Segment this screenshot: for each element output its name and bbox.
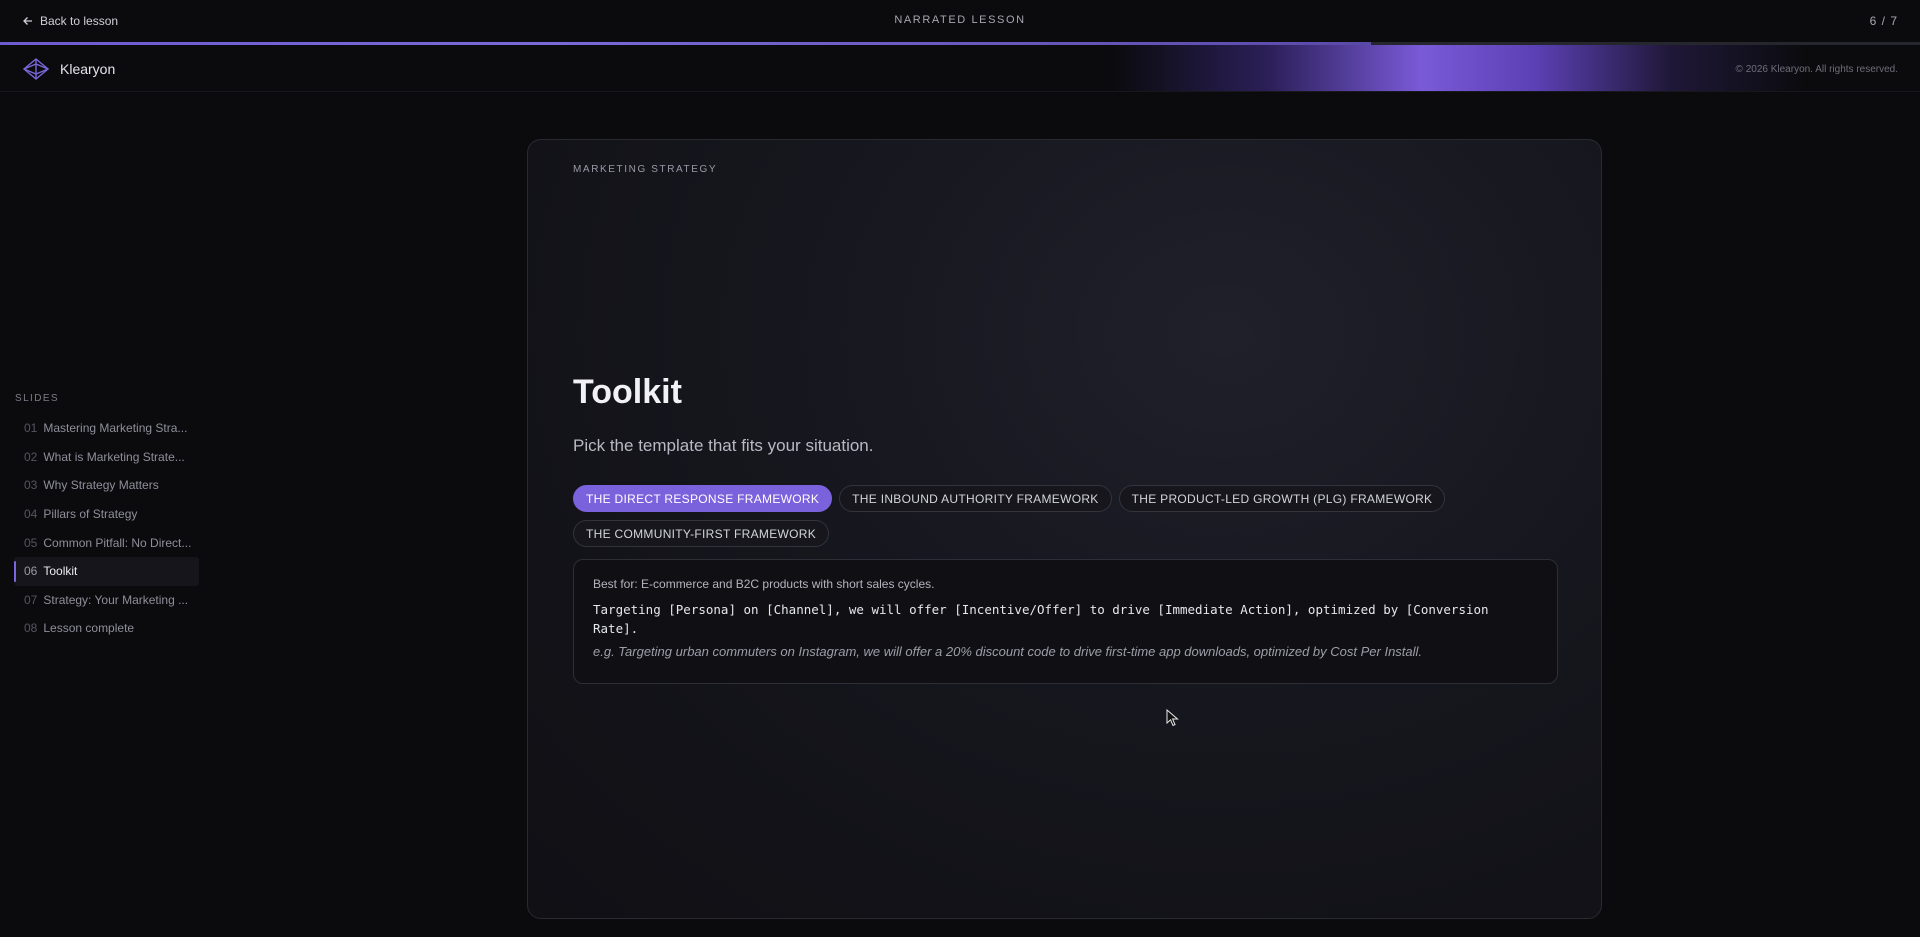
slide-item-07[interactable]: 07 Strategy: Your Marketing ... — [14, 586, 199, 615]
slide-card: MARKETING STRATEGY Toolkit Pick the temp… — [527, 139, 1602, 919]
slide-number: 05 — [24, 535, 38, 550]
brand-name: Klearyon — [60, 61, 116, 77]
slide-item-08[interactable]: 08 Lesson complete — [14, 614, 199, 643]
slide-number: 04 — [24, 507, 38, 522]
framework-tabs: THE DIRECT RESPONSE FRAMEWORK THE INBOUN… — [573, 485, 1473, 547]
slide-number: 02 — [24, 449, 38, 464]
sidebar-heading: SLIDES — [15, 393, 59, 404]
slide-number: 03 — [24, 478, 38, 493]
template-example: e.g. Targeting urban commuters on Instag… — [593, 644, 1423, 659]
slide-label: Toolkit — [43, 564, 78, 579]
best-for-text: Best for: E-commerce and B2C products wi… — [593, 577, 935, 591]
slide-label: Pillars of Strategy — [43, 507, 138, 522]
tab-inbound-authority[interactable]: THE INBOUND AUTHORITY FRAMEWORK — [839, 485, 1112, 512]
tab-product-led-growth[interactable]: THE PRODUCT-LED GROWTH (PLG) FRAMEWORK — [1118, 485, 1446, 512]
slide-label: Lesson complete — [43, 621, 135, 636]
slide-label: What is Marketing Strate... — [43, 449, 185, 464]
slide-number: 06 — [24, 564, 38, 579]
slide-counter: 6 / 7 — [1869, 14, 1898, 28]
slide-item-01[interactable]: 01 Mastering Marketing Stra... — [14, 414, 199, 443]
tab-community-first[interactable]: THE COMMUNITY-FIRST FRAMEWORK — [573, 520, 830, 547]
brand-bar: Klearyon © 2026 Klearyon. All rights res… — [0, 45, 1920, 92]
slides-sidebar: SLIDES 01 Mastering Marketing Stra... 02 W… — [14, 393, 199, 643]
copyright-text: © 2026 Klearyon. All rights reserved. — [1735, 64, 1898, 75]
slide-item-06[interactable]: 06 Toolkit — [14, 556, 199, 586]
klearyon-logo-icon — [22, 58, 50, 80]
slide-item-04[interactable]: 04 Pillars of Strategy — [14, 500, 199, 529]
slide-number: 07 — [24, 592, 38, 607]
slide-title: Toolkit — [573, 373, 682, 411]
tab-direct-response[interactable]: THE DIRECT RESPONSE FRAMEWORK — [573, 485, 833, 512]
slide-item-05[interactable]: 05 Common Pitfall: No Direct... — [14, 528, 199, 557]
brand-logo[interactable]: Klearyon — [22, 57, 115, 81]
slide-label: Strategy: Your Marketing ... — [43, 592, 189, 607]
slide-number: 01 — [24, 421, 38, 436]
slide-label: Why Strategy Matters — [43, 478, 159, 493]
mouse-cursor-icon — [1166, 709, 1179, 727]
top-bar: Back to lesson NARRATED LESSON 6 / 7 — [0, 0, 1920, 42]
template-statement: Targeting [Persona] on [Channel], we wil… — [593, 602, 1489, 636]
slide-eyebrow: MARKETING STRATEGY — [573, 164, 718, 175]
slide-label: Mastering Marketing Stra... — [43, 421, 188, 436]
slide-label: Common Pitfall: No Direct... — [43, 535, 192, 550]
slide-list: 01 Mastering Marketing Stra... 02 What is … — [14, 414, 199, 643]
slide-number: 08 — [24, 621, 38, 636]
slide-item-02[interactable]: 02 What is Marketing Strate... — [14, 443, 199, 472]
template-panel: Best for: E-commerce and B2C products wi… — [573, 559, 1558, 684]
lesson-type-title: NARRATED LESSON — [894, 14, 1026, 26]
slide-item-03[interactable]: 03 Why Strategy Matters — [14, 471, 199, 500]
slide-subtitle: Pick the template that fits your situati… — [573, 436, 874, 455]
